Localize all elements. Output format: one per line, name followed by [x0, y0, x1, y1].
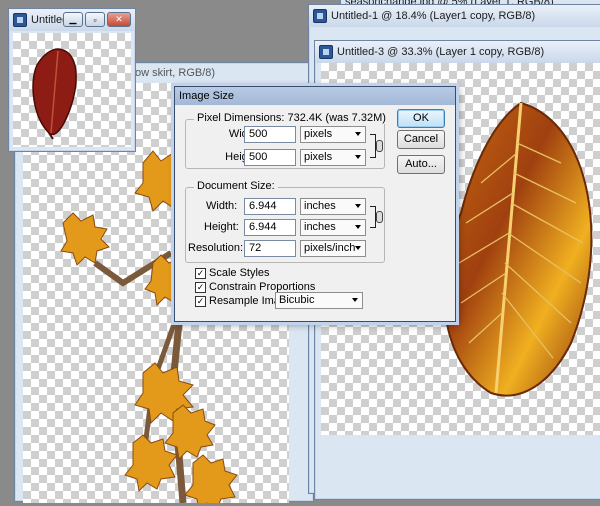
doc-width-label: Width: [206, 200, 238, 212]
chain-link-icon [376, 211, 383, 223]
resolution-unit-select[interactable]: pixels/inch [300, 240, 366, 257]
doc-height-unit-select[interactable]: inches [300, 219, 366, 236]
restore-button[interactable]: ▫ [85, 12, 105, 27]
close-button[interactable]: ✕ [107, 12, 131, 27]
cancel-button[interactable]: Cancel [397, 130, 445, 149]
dropdown-arrow-icon [355, 155, 361, 159]
untitled-1-titlebar[interactable]: Untitled-1 @ 18.4% (Layer1 copy, RGB/8) [309, 5, 600, 27]
restore-icon: ▫ [93, 14, 97, 25]
pixel-height-input[interactable]: 500 [244, 149, 296, 166]
document-size-label: Document Size: [194, 180, 278, 192]
dialog-title[interactable]: Image Size [175, 87, 455, 105]
dropdown-arrow-icon [355, 225, 361, 229]
resolution-input[interactable]: 72 [244, 240, 296, 257]
image-size-dialog[interactable]: Image Size Pixel Dimensions: 732.4K (was… [174, 86, 456, 322]
doc-height-input[interactable]: 6.944 [244, 219, 296, 236]
constrain-proportions-checkbox[interactable]: ✓ [195, 281, 206, 293]
pixel-width-input[interactable]: 500 [244, 126, 296, 143]
pixel-width-unit-select[interactable]: pixels [300, 126, 366, 143]
untitled-3-titlebar[interactable]: Untitled-3 @ 33.3% (Layer 1 copy, RGB/8) [315, 41, 600, 63]
doc-height-label: Height: [204, 221, 239, 233]
photoshop-doc-icon [13, 13, 27, 27]
dropdown-arrow-icon [355, 246, 361, 250]
small-untitled-canvas[interactable] [13, 33, 131, 147]
untitled-1-title: Untitled-1 @ 18.4% (Layer1 copy, RGB/8) [331, 10, 536, 22]
photoshop-doc-icon [319, 45, 333, 59]
checkmark-icon: ✓ [196, 295, 205, 306]
resample-method-select[interactable]: Bicubic [275, 292, 363, 309]
dropdown-arrow-icon [355, 132, 361, 136]
close-icon: ✕ [115, 14, 123, 24]
red-leaf-thumbnail [32, 48, 77, 140]
checkmark-icon: ✓ [196, 267, 205, 278]
scale-styles-checkbox[interactable]: ✓ [195, 267, 206, 279]
dropdown-arrow-icon [355, 204, 361, 208]
pixel-dimensions-size: 732.4K (was 7.32M) [287, 112, 386, 124]
checkmark-icon: ✓ [196, 281, 205, 292]
doc-width-unit-select[interactable]: inches [300, 198, 366, 215]
pixel-height-unit-select[interactable]: pixels [300, 149, 366, 166]
small-untitled-window[interactable]: Untitled... ▁ ▫ ✕ [8, 8, 136, 152]
pixel-dimensions-label: Pixel Dimensions: 732.4K (was 7.32M) [194, 112, 389, 124]
minimize-icon: ▁ [69, 14, 77, 24]
doc-width-input[interactable]: 6.944 [244, 198, 296, 215]
document-size-group: Document Size: Width: 6.944 inches Heigh… [185, 180, 385, 263]
minimize-button[interactable]: ▁ [63, 12, 83, 27]
untitled-3-title: Untitled-3 @ 33.3% (Layer 1 copy, RGB/8) [337, 46, 545, 58]
dropdown-arrow-icon [352, 298, 358, 302]
resample-image-checkbox[interactable]: ✓ [195, 295, 206, 307]
pixel-dimensions-group: Pixel Dimensions: 732.4K (was 7.32M) Wid… [185, 112, 389, 169]
middle-document-title: ow skirt, RGB/8) [135, 67, 216, 79]
resolution-label: Resolution: [188, 242, 244, 254]
scale-styles-option[interactable]: ✓ Scale Styles [195, 267, 270, 279]
chain-link-icon [376, 140, 383, 152]
scale-styles-label: Scale Styles [209, 267, 270, 279]
ok-button[interactable]: OK [397, 109, 445, 128]
auto-button[interactable]: Auto... [397, 155, 445, 174]
photoshop-doc-icon [313, 9, 327, 23]
